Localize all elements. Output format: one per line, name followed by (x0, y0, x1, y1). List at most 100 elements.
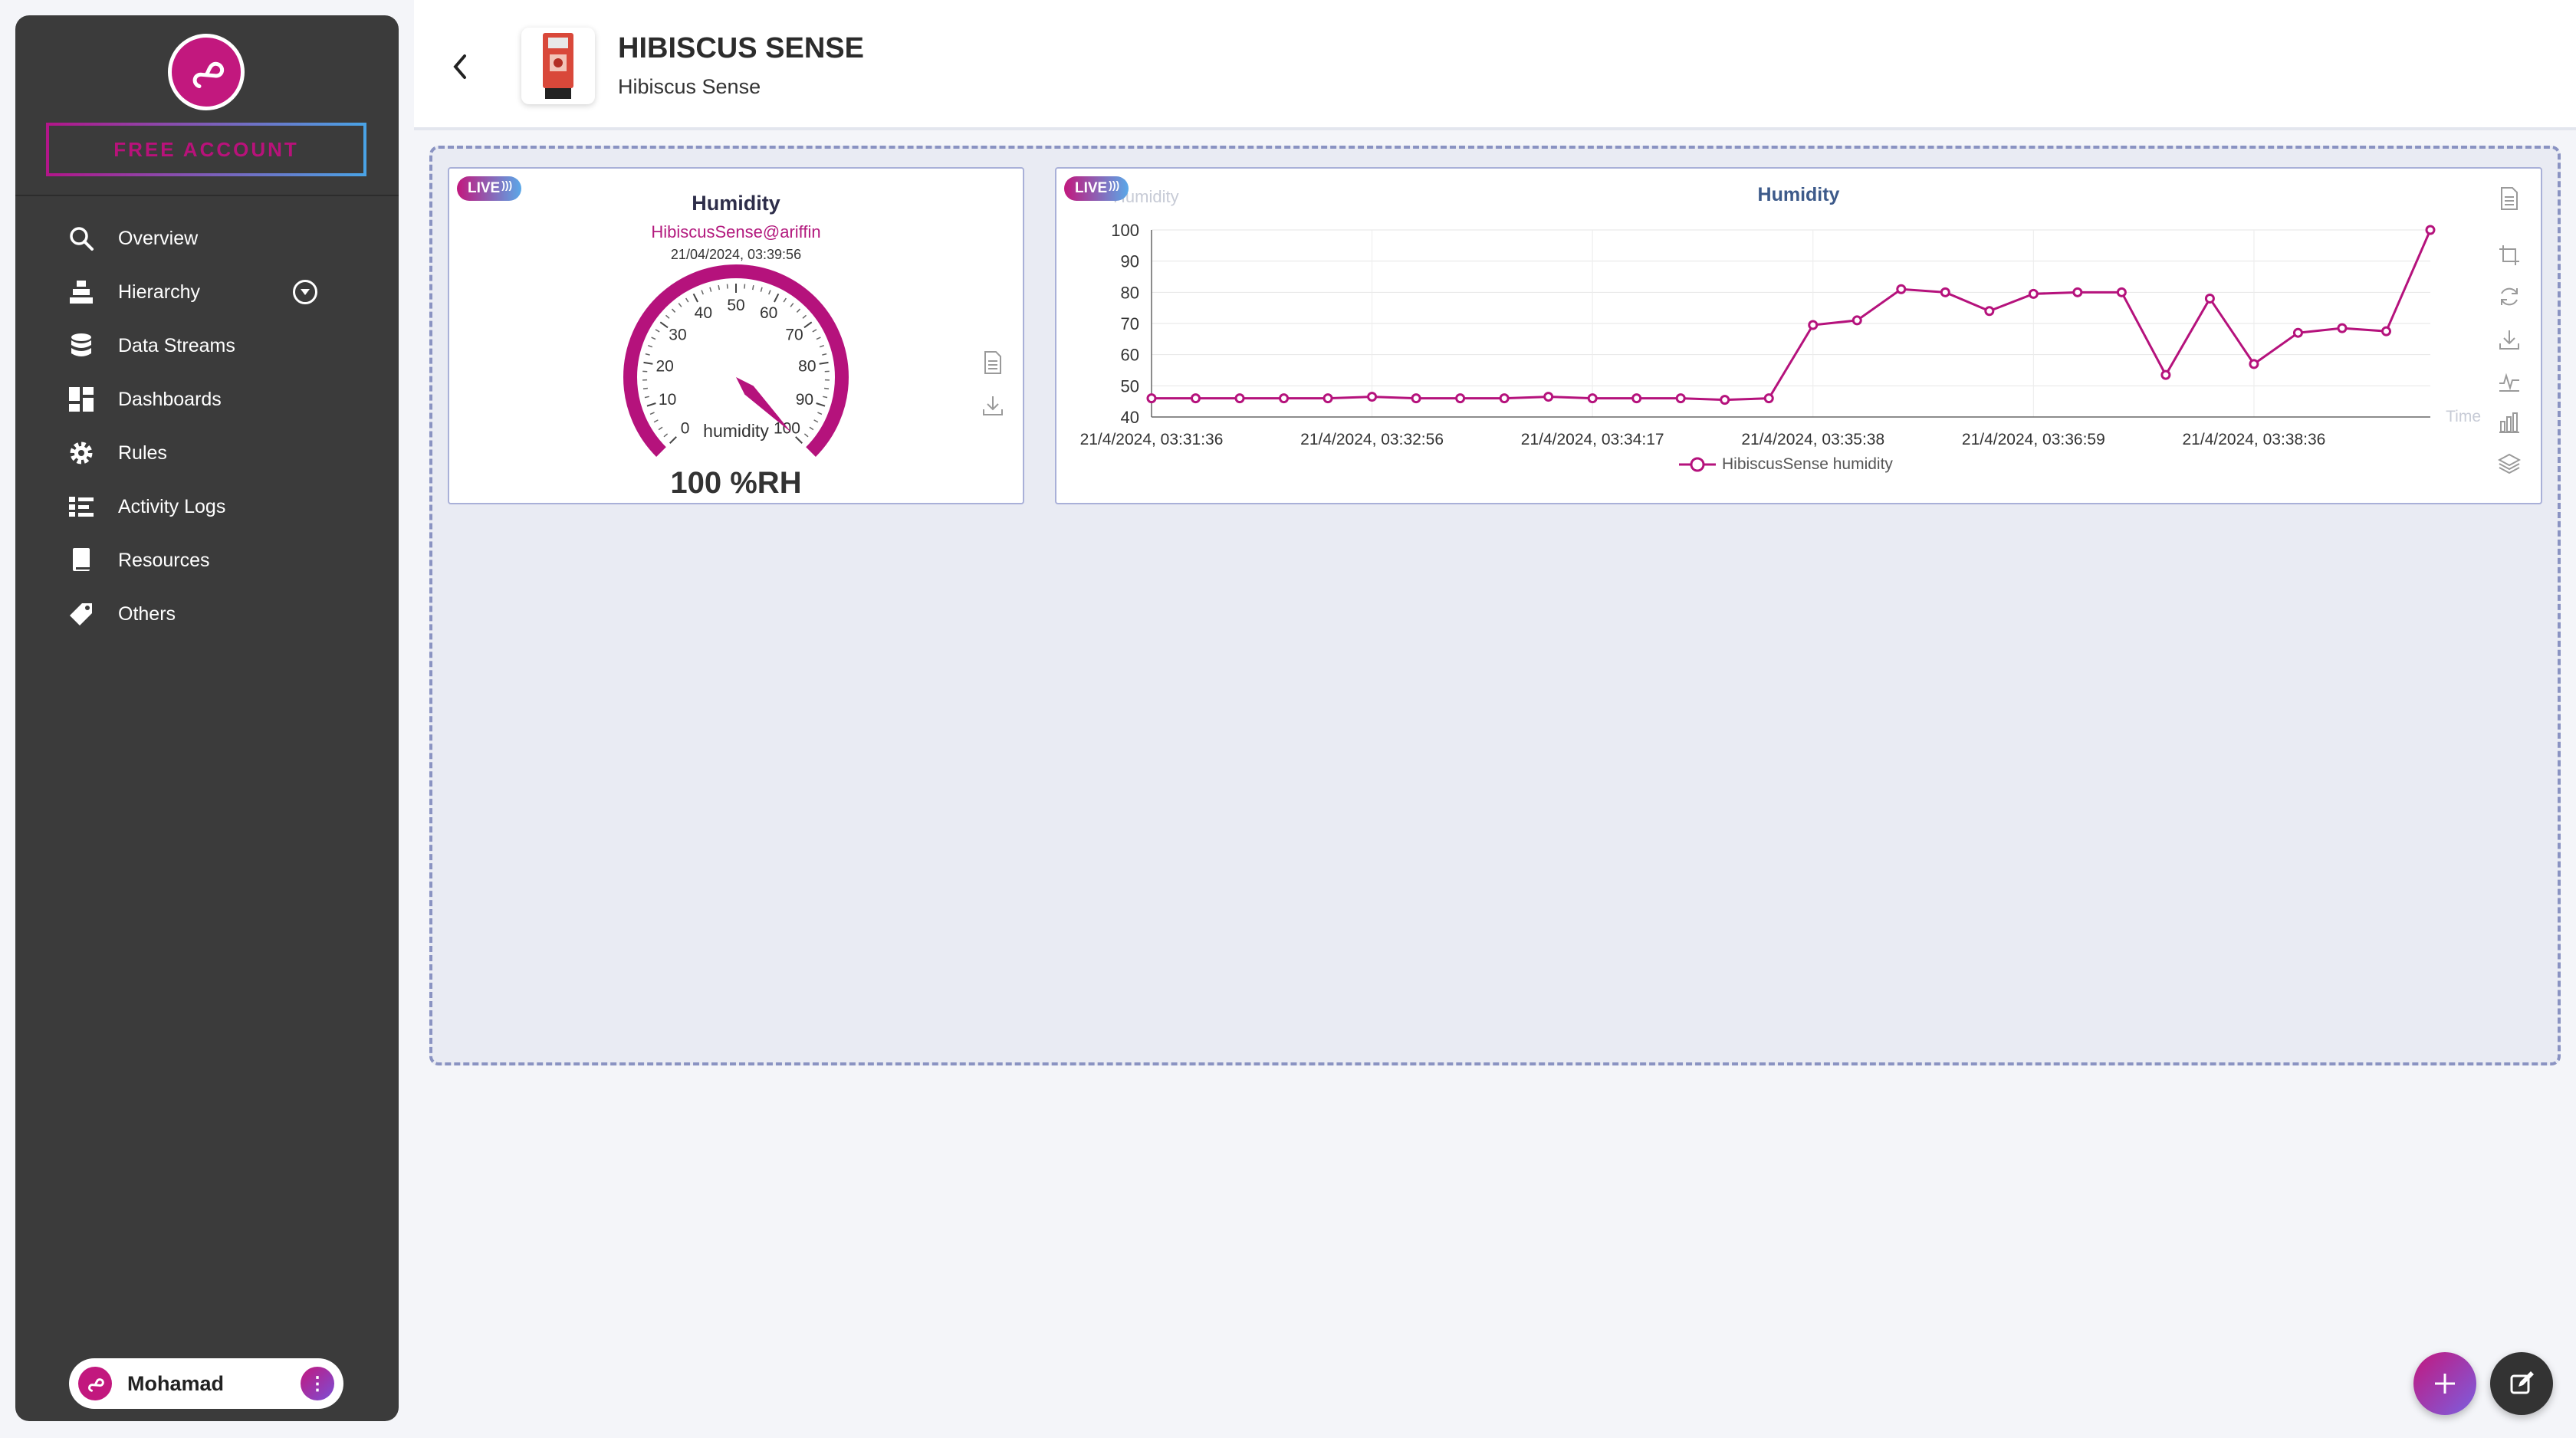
hierarchy-icon (67, 278, 95, 306)
sidebar: FREE ACCOUNT Overview Hierarchy Data Str… (15, 15, 399, 1421)
y-tick-label: 90 (1121, 252, 1139, 271)
sidebar-item-others[interactable]: Others (15, 587, 399, 641)
gauge-tick (659, 321, 669, 329)
search-icon (67, 225, 95, 252)
gauge-minor-tick (822, 353, 827, 356)
device-image (521, 28, 595, 104)
back-button[interactable] (445, 48, 475, 86)
gauge-tick (669, 436, 677, 444)
free-account-button[interactable]: FREE ACCOUNT (46, 123, 366, 176)
chevron-left-icon (453, 54, 466, 79)
gauge-minor-tick (678, 303, 682, 307)
user-name: Mohamad (127, 1371, 225, 1395)
sidebar-item-resources[interactable]: Resources (15, 534, 399, 587)
document-icon[interactable] (980, 350, 1006, 376)
sidebar-item-dashboards[interactable]: Dashboards (15, 373, 399, 426)
data-point (2292, 327, 2303, 338)
download-icon[interactable] (980, 392, 1006, 419)
database-icon (67, 332, 95, 360)
gauge-minor-tick (651, 337, 656, 340)
device-board-icon (543, 33, 573, 99)
data-point (2028, 288, 2039, 299)
sidebar-item-label: Resources (118, 549, 210, 571)
gauge-tick (803, 321, 813, 329)
gauge-minor-tick (816, 337, 821, 340)
gauge-tick-label: 70 (785, 327, 803, 344)
gauge-minor-tick (783, 297, 787, 303)
data-view-icon[interactable] (2496, 185, 2522, 212)
gauge-minor-tick (809, 426, 814, 431)
book-icon (67, 547, 95, 574)
data-point (1852, 315, 1862, 326)
data-point (2425, 225, 2436, 235)
chart-widget[interactable]: Humidity LIVE))) Humidity 40 50 60 70 80 90 10… (1055, 167, 2542, 504)
page-header: HIBISCUS SENSE Hibiscus Sense (414, 0, 2576, 130)
data-point (2160, 369, 2171, 380)
user-profile[interactable]: Mohamad ⋮ (69, 1358, 343, 1409)
sidebar-item-data-streams[interactable]: Data Streams (15, 319, 399, 373)
data-point (1367, 392, 1378, 402)
data-point (1763, 393, 1774, 404)
bar-chart-icon[interactable] (2496, 409, 2522, 435)
gauge-tick-label: 10 (659, 391, 676, 409)
gauge-minor-tick (685, 297, 689, 303)
gauge-label: humidity (703, 421, 769, 441)
gauge-tick-label: 0 (681, 419, 690, 437)
x-tick-label: 21/4/2024, 03:36:59 (1962, 431, 2105, 448)
gauge-value: 100 %RH (670, 466, 802, 500)
y-tick-label: 60 (1121, 346, 1139, 365)
app-logo[interactable] (168, 34, 245, 110)
gauge-minor-tick (658, 426, 663, 431)
data-point (1675, 393, 1686, 404)
chevron-down-icon[interactable] (293, 280, 317, 304)
list-icon (67, 493, 95, 520)
x-tick-label: 21/4/2024, 03:34:17 (1521, 431, 1664, 448)
data-point (1984, 306, 1995, 317)
series-line (1152, 229, 2432, 402)
data-point (1191, 393, 1201, 404)
gauge-widget[interactable]: LIVE))) Humidity HibiscusSense@ariffin 2… (448, 167, 1024, 504)
humidity-gauge: 0102030405060708090100humidity (623, 264, 849, 457)
data-point (1234, 393, 1245, 404)
gauge-minor-tick (744, 284, 746, 289)
chart-legend[interactable]: HibiscusSense humidity (1677, 455, 1893, 474)
gauge-minor-tick (718, 285, 721, 291)
gear-icon (67, 439, 95, 467)
gauge-minor-tick (653, 419, 659, 423)
data-point (2337, 323, 2348, 333)
refresh-icon[interactable] (2496, 284, 2522, 310)
x-tick-label: 21/4/2024, 03:35:38 (1741, 431, 1884, 448)
gauge-minor-tick (768, 290, 771, 295)
download-icon[interactable] (2496, 327, 2522, 353)
avatar (78, 1367, 112, 1400)
add-widget-button[interactable] (2413, 1352, 2476, 1415)
data-point (1896, 284, 1907, 294)
more-vertical-icon[interactable]: ⋮ (301, 1367, 334, 1400)
data-point (1543, 392, 1554, 402)
data-point (2072, 287, 2083, 297)
sidebar-item-activity-logs[interactable]: Activity Logs (15, 480, 399, 534)
gauge-minor-tick (796, 308, 801, 313)
crop-zoom-icon[interactable] (2496, 242, 2522, 268)
gauge-minor-tick (709, 287, 712, 292)
y-tick-label: 100 (1111, 221, 1139, 240)
line-chart-icon[interactable] (2496, 368, 2522, 394)
gauge-minor-tick (823, 396, 828, 399)
sidebar-item-rules[interactable]: Rules (15, 426, 399, 480)
gauge-minor-tick (645, 353, 650, 356)
gauge-tick (646, 402, 656, 407)
gauge-minor-tick (817, 412, 823, 415)
gauge-minor-tick (790, 303, 794, 307)
gauge-minor-tick (760, 287, 763, 292)
data-point (1322, 393, 1333, 404)
edit-dashboard-button[interactable] (2490, 1352, 2553, 1415)
gauge-minor-tick (701, 290, 704, 295)
sidebar-item-hierarchy[interactable]: Hierarchy (15, 265, 399, 319)
data-point (1411, 393, 1421, 404)
data-point (2116, 287, 2127, 297)
data-point (2249, 359, 2259, 369)
sidebar-item-label: Hierarchy (118, 281, 200, 303)
sidebar-item-label: Rules (118, 442, 167, 464)
sidebar-item-overview[interactable]: Overview (15, 212, 399, 265)
stack-icon[interactable] (2496, 451, 2522, 477)
